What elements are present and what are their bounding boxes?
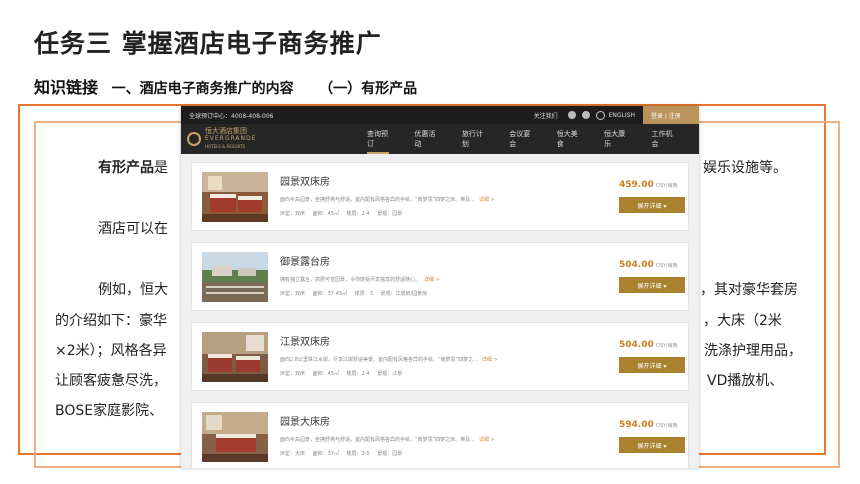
paragraph-2: 酒店可以在: [98, 221, 168, 237]
booking-hotline: 全球预订中心：4008-408-006: [189, 112, 274, 120]
subtitle-knowledge-link: 知识链接: [34, 78, 99, 97]
room-specs: 床型：双床 面积：45㎡ 楼层：2-4 景观：江景: [280, 371, 403, 377]
slide: 任务三 掌握酒店电子商务推广 知识链接 一、酒店电子商务推广的内容 （一）有形产…: [0, 0, 860, 484]
nav-item-careers[interactable]: 工作机会: [652, 124, 674, 154]
expand-details-button[interactable]: 展开详细 ▾: [619, 437, 685, 453]
room-card: 御景露台房 拥有独立露台，高居可览园景，令你感受尽享独享的舒适随心。 详细 > 床…: [191, 242, 689, 311]
nav-item-meetings[interactable]: 会议宴会: [509, 124, 531, 154]
paragraph-5-head: ×2米）；风格各异: [55, 343, 167, 359]
paragraph-1-text: 是: [154, 160, 168, 176]
room-name[interactable]: 御景露台房: [280, 253, 330, 268]
nav-menu: 查询预订 优惠活动 旅行计划 会议宴会 恒大美食 恒大康乐 工作机会: [367, 124, 699, 154]
room-name[interactable]: 园景大床房: [280, 413, 330, 428]
room-name[interactable]: 江景双床房: [280, 333, 330, 348]
logo-mark-icon: [187, 132, 201, 146]
logo-cn: 恒大酒店集团: [205, 127, 247, 135]
room-price: 504.00 CNY/每晚: [619, 260, 678, 270]
nav-item-recreation[interactable]: 恒大康乐: [604, 124, 626, 154]
room-name[interactable]: 园景双床房: [280, 173, 330, 188]
room-description: 面向2.8公里珠江水岸，尽享江岸舒适美景。室内配有风格各异的手绘、“南梦思”四梦…: [280, 357, 498, 363]
room-detail-link[interactable]: 详细 >: [424, 277, 440, 283]
room-description: 拥有独立露台，高居可览园景，令你感受尽享独享的舒适随心。 详细 >: [280, 277, 440, 283]
evergrande-logo[interactable]: 恒大酒店集团 EVERGRANDE HOTELS & RESORTS: [187, 127, 256, 151]
expand-details-button[interactable]: 展开详细 ▾: [619, 277, 685, 293]
room-list: 园景双床房 面向半岛园景，坐拥舒爽与舒适。室内配有风格各异的手绘、“南梦思”四梦…: [181, 154, 699, 468]
room-specs: 床型：大床 面积：37㎡ 楼层：3-5 景观：园景: [280, 451, 403, 457]
expand-details-button[interactable]: 展开详细 ▾: [619, 357, 685, 373]
site-navbar: 恒大酒店集团 EVERGRANDE HOTELS & RESORTS 查询预订 …: [181, 124, 699, 154]
language-switch[interactable]: ENGLISH: [609, 112, 635, 119]
follow-us-link[interactable]: 关注我们: [534, 111, 558, 120]
room-detail-link[interactable]: 详细 >: [479, 437, 495, 443]
subtitle-section: 一、酒店电子商务推广的内容: [111, 81, 294, 97]
paragraph-4-tail: ，大床（2米: [703, 313, 782, 329]
room-specs: 床型：双床 面积：37-45㎡ 楼层：3 景观：江景房/园景房: [280, 291, 428, 297]
room-price: 594.00 CNY/每晚: [619, 420, 678, 430]
paragraph-1-bold: 有形产品: [98, 160, 154, 176]
room-card: 园景大床房 面向半岛园景，坐拥舒爽与舒适。室内配有风格各异的手绘、“南梦思”四梦…: [191, 402, 689, 468]
paragraph-5-tail: 洗涤护理用品，: [704, 343, 802, 359]
paragraph-1: 有形产品是: [98, 157, 168, 177]
slide-title: 任务三 掌握酒店电子商务推广: [34, 29, 382, 58]
nav-item-dining[interactable]: 恒大美食: [557, 124, 579, 154]
logo-en: EVERGRANDE: [205, 135, 257, 142]
room-description: 面向半岛园景，坐拥舒爽与舒适。室内配有风格各异的手绘、“南梦思”四梦之床、埃及.…: [280, 437, 495, 443]
room-photo[interactable]: [202, 252, 268, 302]
paragraph-4-head: 的介绍如下：豪华: [55, 313, 167, 329]
slide-subtitle: 知识链接 一、酒店电子商务推广的内容 （一）有形产品: [34, 74, 417, 98]
room-description: 面向半岛园景，坐拥舒爽与舒适。室内配有风格各异的手绘、“南梦思”四梦之床、埃及.…: [280, 197, 495, 203]
paragraph-6-head: 让顾客疲惫尽洗，: [55, 373, 167, 389]
paragraph-7-head: BOSE家庭影院、: [55, 403, 164, 419]
expand-details-button[interactable]: 展开详细 ▾: [619, 197, 685, 213]
room-detail-link[interactable]: 详细 >: [482, 357, 498, 363]
site-topbar: 全球预订中心：4008-408-006 关注我们 ENGLISH 登录 | 注册: [181, 106, 699, 124]
paragraph-1-tail: 娱乐设施等。: [703, 160, 787, 176]
paragraph-3-tail: ，其对豪华套房: [700, 282, 798, 298]
nav-item-booking[interactable]: 查询预订: [367, 124, 390, 154]
login-register-button[interactable]: 登录 | 注册: [643, 106, 699, 124]
room-card: 江景双床房 面向2.8公里珠江水岸，尽享江岸舒适美景。室内配有风格各异的手绘、“…: [191, 322, 689, 391]
wechat-icon[interactable]: [581, 111, 590, 119]
nav-item-travel[interactable]: 旅行计划: [462, 124, 484, 154]
room-price: 504.00 CNY/每晚: [619, 340, 678, 350]
room-specs: 床型：双床 面积：45㎡ 楼层：2-4 景观：园景: [280, 211, 403, 217]
room-price: 459.00 CNY/每晚: [619, 180, 678, 190]
logo-tagline: HOTELS & RESORTS: [205, 144, 246, 149]
room-photo[interactable]: [202, 412, 268, 462]
room-detail-link[interactable]: 详细 >: [479, 197, 495, 203]
weibo-icon[interactable]: [567, 111, 576, 119]
room-photo[interactable]: [202, 332, 268, 382]
subtitle-subsection: （一）有形产品: [319, 81, 418, 97]
paragraph-6-tail: VD播放机、: [707, 373, 784, 389]
globe-icon: [595, 110, 605, 120]
room-photo[interactable]: [202, 172, 268, 222]
hotel-website-screenshot: 全球预订中心：4008-408-006 关注我们 ENGLISH 登录 | 注册…: [181, 106, 699, 468]
paragraph-3-head: 例如，恒大: [98, 282, 168, 298]
nav-item-offers[interactable]: 优惠活动: [414, 124, 436, 154]
room-card: 园景双床房 面向半岛园景，坐拥舒爽与舒适。室内配有风格各异的手绘、“南梦思”四梦…: [191, 162, 689, 231]
